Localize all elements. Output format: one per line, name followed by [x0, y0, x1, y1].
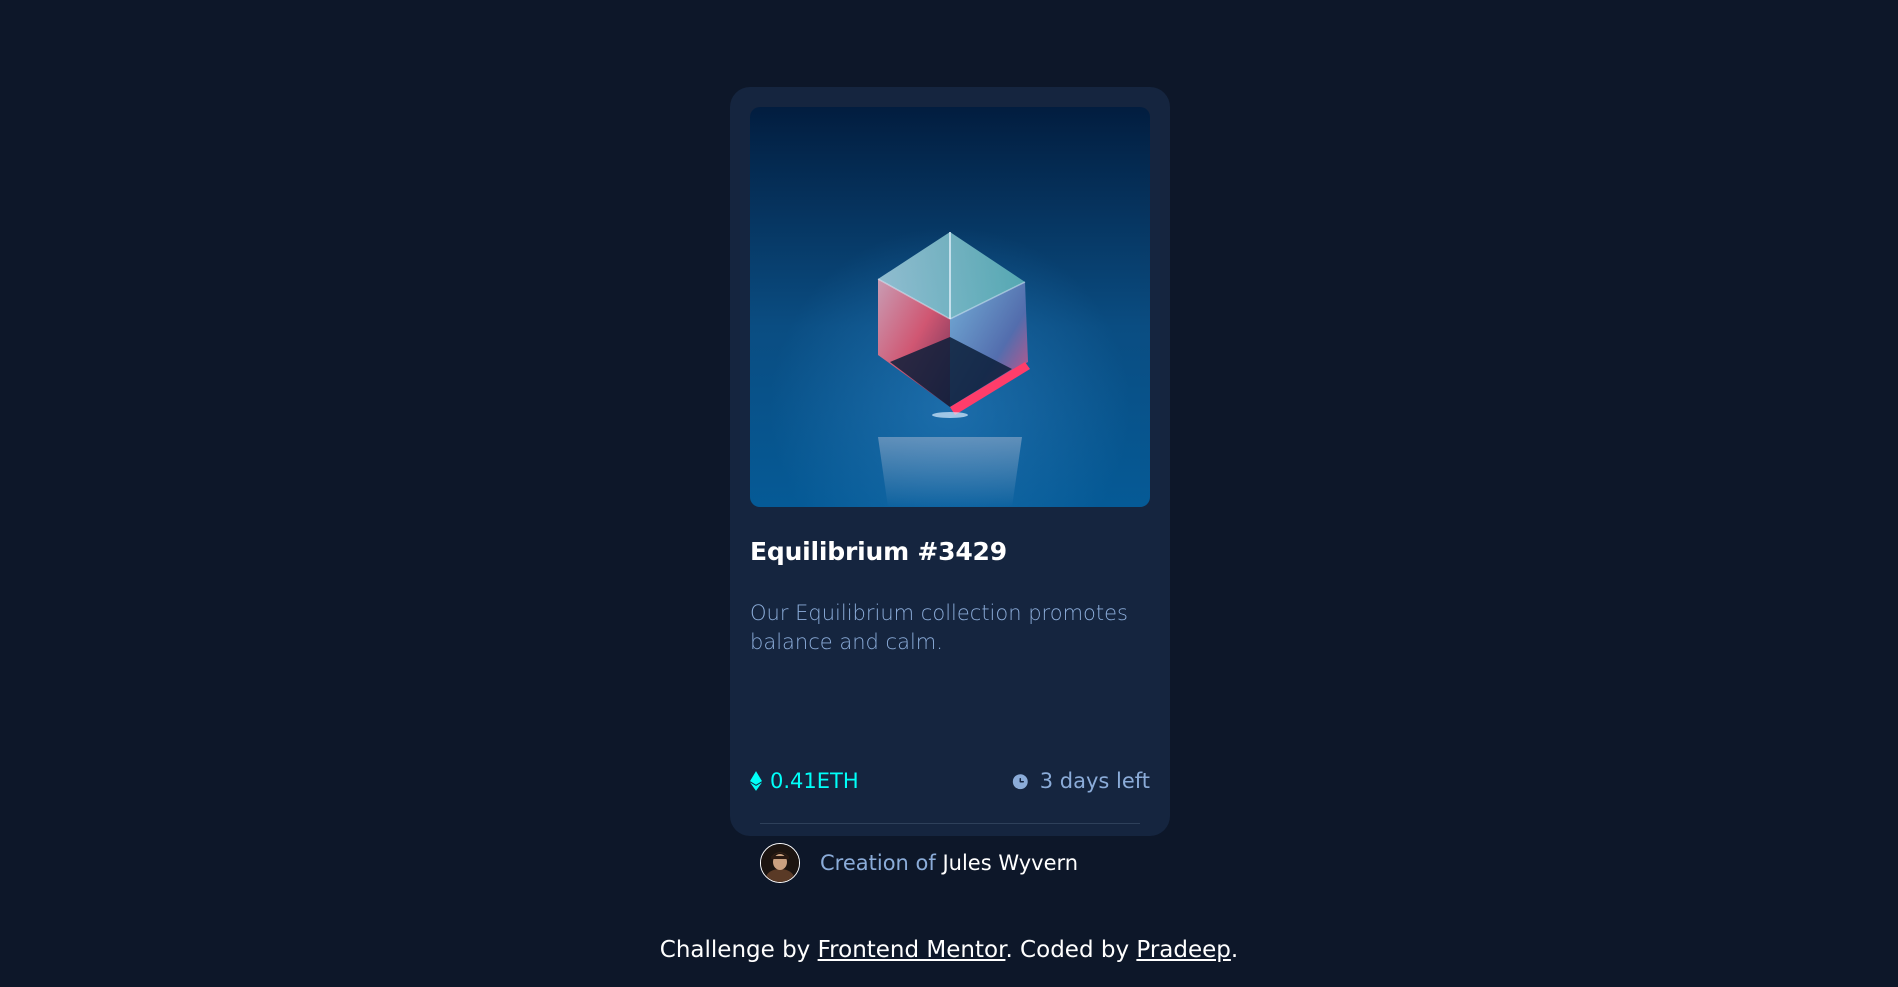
equilibrium-cube-image	[750, 107, 1150, 507]
ethereum-icon	[750, 771, 762, 791]
creator-info: Creation of Jules Wyvern	[760, 843, 1078, 883]
nft-image[interactable]	[750, 107, 1150, 507]
footer-middle: . Coded by	[1005, 937, 1130, 963]
frontend-mentor-link[interactable]: Frontend Mentor	[818, 937, 1006, 963]
time-left: 3 days left	[1039, 769, 1150, 793]
avatar	[760, 843, 800, 883]
price-info: 0.41ETH	[750, 769, 859, 793]
attribution-footer: Challenge by Frontend Mentor. Coded by P…	[0, 937, 1898, 963]
nft-stats: 0.41ETH 3 days left	[750, 769, 1150, 799]
time-info: 3 days left	[1011, 769, 1150, 793]
creator-label: Creation of	[820, 851, 936, 875]
author-link[interactable]: Pradeep	[1136, 937, 1231, 963]
price-value: 0.41ETH	[770, 769, 859, 793]
clock-icon	[1012, 773, 1028, 789]
divider	[760, 823, 1140, 824]
footer-prefix: Challenge by	[659, 937, 811, 963]
nft-card: Equilibrium #3429 Our Equilibrium collec…	[730, 87, 1170, 883]
nft-description: Our Equilibrium collection promotes bala…	[750, 601, 1128, 654]
footer-suffix: .	[1230, 937, 1239, 963]
creator-name-link[interactable]: Jules Wyvern	[942, 851, 1078, 875]
nft-title[interactable]: Equilibrium #3429	[750, 537, 1007, 566]
creator-avatar-image	[761, 844, 799, 882]
